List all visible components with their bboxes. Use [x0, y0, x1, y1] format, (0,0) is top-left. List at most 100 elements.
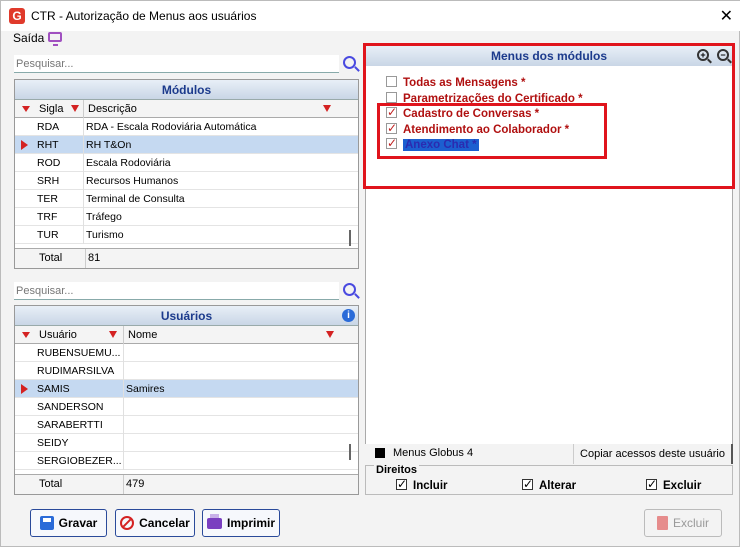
incluir-label: Incluir	[413, 480, 448, 492]
table-row[interactable]: RHT RH T&On	[15, 136, 358, 154]
total-value: 479	[126, 478, 145, 490]
menu-saida[interactable]: Saída	[13, 31, 44, 45]
cell-usuario: SAMIS	[35, 380, 124, 398]
total-value: 81	[88, 252, 101, 264]
cell-sigla: SRH	[35, 172, 84, 190]
alterar-label: Alterar	[539, 480, 577, 492]
table-row[interactable]: SEIDY	[15, 434, 358, 452]
table-row[interactable]: SERGIOBEZER...	[15, 452, 358, 470]
direitos-label: Direitos	[374, 464, 419, 476]
sort-arrow-icon[interactable]	[22, 332, 30, 338]
menu-tree-item[interactable]: Todas as Mensagens *	[386, 76, 526, 91]
table-row[interactable]: TER Terminal de Consulta	[15, 190, 358, 208]
menus-panel: Menus dos módulos + − Todas as Mensagens…	[365, 45, 733, 445]
menu-checkbox[interactable]	[386, 91, 397, 103]
cell-usuario: SERGIOBEZER...	[35, 452, 124, 470]
check-icon	[396, 477, 407, 491]
window-title: CTR - Autorização de Menus aos usuários	[31, 9, 257, 23]
cell-descricao: RH T&On	[86, 139, 132, 151]
menu-checkbox[interactable]	[386, 136, 397, 150]
cancelar-button[interactable]: Cancelar	[115, 509, 195, 537]
cell-sigla: RHT	[35, 136, 84, 154]
zoom-in-icon[interactable]: +	[697, 49, 709, 61]
cancel-icon	[120, 516, 135, 530]
table-row[interactable]: SAMIS Samires	[15, 380, 358, 398]
table-row[interactable]: RDA RDA - Escala Rodoviária Automática	[15, 118, 358, 136]
cell-sigla: TUR	[35, 226, 84, 244]
menu-tree-item[interactable]: Atendimento ao Colaborador *	[386, 121, 569, 138]
filter-icon[interactable]	[71, 105, 79, 112]
usuarios-search-field[interactable]	[14, 282, 339, 300]
alterar-checkbox[interactable]: Alterar	[522, 477, 577, 492]
cell-nome	[124, 452, 346, 470]
current-row-arrow-icon	[21, 384, 28, 394]
cell-descricao: Escala Rodoviária	[86, 157, 171, 169]
cell-sigla: TER	[35, 190, 84, 208]
menu-checkbox[interactable]	[386, 121, 397, 135]
menu-item-label: Parametrizações do Certificado *	[403, 92, 583, 105]
cell-nome	[124, 362, 346, 380]
excluir-checkbox[interactable]: Excluir	[646, 477, 701, 492]
imprimir-button[interactable]: Imprimir	[202, 509, 280, 537]
scrollbar[interactable]	[349, 444, 351, 460]
usuarios-total-row: Total 479	[15, 474, 358, 494]
search-icon[interactable]	[343, 283, 356, 296]
menu-checkbox[interactable]	[386, 105, 397, 119]
incluir-checkbox[interactable]: Incluir	[396, 477, 448, 492]
usuarios-search-input[interactable]	[14, 282, 339, 299]
table-row[interactable]: RUDIMARSILVA	[15, 362, 358, 380]
copy-access-button[interactable]: Copiar acessos deste usuário	[573, 444, 733, 464]
modulos-title: Módulos	[15, 80, 358, 100]
cell-sigla: ROD	[35, 154, 84, 172]
print-icon	[206, 513, 222, 529]
menu-tree-item[interactable]: Cadastro de Conversas *	[386, 105, 539, 122]
table-row[interactable]: SRH Recursos Humanos	[15, 172, 358, 190]
filter-icon[interactable]	[326, 331, 334, 338]
imprimir-label: Imprimir	[226, 516, 275, 530]
menus-title: Menus dos módulos	[366, 46, 732, 66]
gravar-button[interactable]: Gravar	[30, 509, 107, 537]
menu-checkbox[interactable]	[386, 76, 397, 87]
info-icon[interactable]: i	[342, 309, 355, 322]
menu-tree-item[interactable]: Anexo Chat *	[386, 136, 479, 153]
menu-item-label: Anexo Chat *	[403, 139, 479, 151]
column-header-nome[interactable]: Nome	[124, 326, 340, 344]
cell-descricao: RDA - Escala Rodoviária Automática	[86, 121, 257, 133]
table-row[interactable]: ROD Escala Rodoviária	[15, 154, 358, 172]
filter-icon[interactable]	[323, 105, 331, 112]
close-icon[interactable]: ✕	[720, 6, 733, 26]
monitor-icon[interactable]	[48, 32, 62, 46]
menu-item-label: Todas as Mensagens *	[403, 77, 526, 89]
cell-usuario: SEIDY	[35, 434, 124, 452]
app-logo-icon: G	[9, 8, 25, 24]
check-icon	[522, 477, 533, 491]
excluir-button-label: Excluir	[672, 516, 709, 530]
total-label: Total	[39, 252, 63, 264]
filter-icon[interactable]	[109, 331, 117, 338]
table-row[interactable]: SANDERSON	[15, 398, 358, 416]
menu-tree-item[interactable]: Parametrizações do Certificado *	[386, 91, 583, 107]
modulos-search-input[interactable]	[14, 55, 339, 72]
zoom-out-icon[interactable]: −	[717, 49, 729, 61]
cell-sigla: TRF	[35, 208, 84, 226]
table-row[interactable]: TRF Tráfego	[15, 208, 358, 226]
table-row[interactable]: TUR Turismo	[15, 226, 358, 244]
cell-nome	[124, 434, 346, 452]
modulos-total-row: Total 81	[15, 248, 358, 268]
excluir-button[interactable]: Excluir	[644, 509, 722, 537]
table-row[interactable]: RUBENSUEMU...	[15, 344, 358, 362]
column-header-descricao[interactable]: Descrição	[84, 100, 340, 118]
cell-sigla: RDA	[35, 118, 84, 136]
cell-usuario: SANDERSON	[35, 398, 124, 416]
table-row[interactable]: SARABERTTI	[15, 416, 358, 434]
cell-descricao: Recursos Humanos	[86, 175, 179, 187]
cell-usuario: SARABERTTI	[35, 416, 124, 434]
cell-nome	[124, 416, 346, 434]
modulos-search-field[interactable]	[14, 55, 339, 73]
sort-arrow-icon[interactable]	[22, 106, 30, 112]
cell-usuario: RUDIMARSILVA	[35, 362, 124, 380]
usuarios-header: Usuário Nome	[15, 326, 358, 344]
search-icon[interactable]	[343, 56, 356, 69]
scrollbar[interactable]	[349, 230, 351, 246]
globus-color-swatch	[375, 448, 385, 458]
